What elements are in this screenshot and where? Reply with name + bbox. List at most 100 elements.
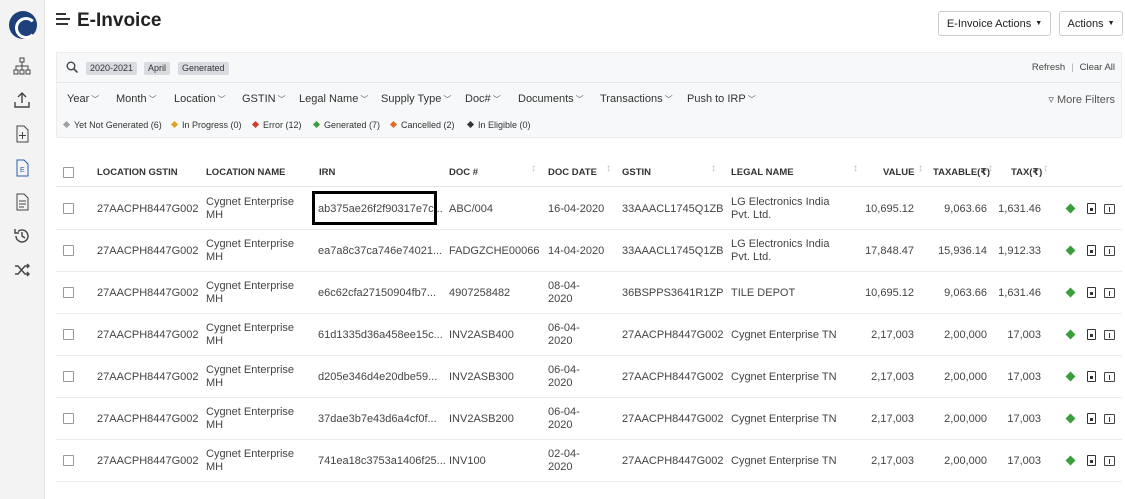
menu-toggle-icon[interactable] <box>56 13 70 27</box>
org-hierarchy-icon[interactable] <box>12 56 32 76</box>
row-checkbox[interactable] <box>63 287 74 298</box>
details-icon[interactable] <box>1104 330 1115 340</box>
sort-icon[interactable]: ↕ <box>1043 164 1048 174</box>
filter-year[interactable]: Year ﹀ <box>67 93 99 105</box>
legend-generated[interactable]: Generated (7) <box>312 120 380 130</box>
search-icon[interactable] <box>66 61 78 73</box>
row-checkbox[interactable] <box>63 455 74 466</box>
column-taxable[interactable]: TAXABLE(₹) <box>933 167 990 178</box>
cell-irn[interactable]: ea7a8c37ca746e74021... <box>318 245 442 257</box>
filter-documents[interactable]: Documents ﹀ <box>518 93 584 105</box>
download-pdf-icon[interactable] <box>1087 287 1096 298</box>
column-location-gstin[interactable]: LOCATION GSTIN <box>97 167 178 178</box>
row-checkbox[interactable] <box>63 245 74 256</box>
table-row[interactable]: 27AACPH8447G002 Cygnet Enterprise MH 61d… <box>56 314 1122 356</box>
cell-irn[interactable]: d205e346d4e20dbe59... <box>318 371 437 383</box>
cell-doc-number[interactable]: INV2ASB400 <box>449 329 514 341</box>
upload-icon[interactable] <box>12 90 32 110</box>
details-icon[interactable] <box>1104 204 1115 214</box>
column-value[interactable]: VALUE <box>883 167 915 178</box>
filter-legal-name[interactable]: Legal Name ﹀ <box>299 93 368 105</box>
cell-irn[interactable]: 37dae3b7e43d6a4cf0f... <box>318 413 437 425</box>
legend-cancelled[interactable]: Cancelled (2) <box>389 120 455 130</box>
download-pdf-icon[interactable] <box>1087 245 1096 256</box>
table-row[interactable]: 27AACPH8447G002 Cygnet Enterprise MH ab3… <box>56 188 1122 230</box>
filter-doc-number[interactable]: Doc# ﹀ <box>465 93 501 105</box>
select-all-checkbox[interactable] <box>63 167 74 178</box>
download-pdf-icon[interactable] <box>1087 329 1096 340</box>
sort-icon[interactable]: ↕ <box>711 164 716 174</box>
chevron-down-icon: ﹀ <box>575 95 584 104</box>
download-pdf-icon[interactable] <box>1087 371 1096 382</box>
details-icon[interactable] <box>1104 372 1115 382</box>
filter-push-to-irp[interactable]: Push to IRP ﹀ <box>687 93 756 105</box>
table-row[interactable]: 27AACPH8447G002 Cygnet Enterprise MH e6c… <box>56 272 1122 314</box>
cell-doc-date: 06-04-2020 <box>548 364 580 389</box>
row-checkbox[interactable] <box>63 203 74 214</box>
sort-icon[interactable]: ↕ <box>606 164 611 174</box>
document-icon[interactable] <box>12 192 32 212</box>
table-row[interactable]: 27AACPH8447G002 Cygnet Enterprise MH ea7… <box>56 230 1122 272</box>
row-checkbox[interactable] <box>63 413 74 424</box>
shuffle-icon[interactable] <box>12 260 32 280</box>
cell-doc-number[interactable]: INV100 <box>449 455 486 467</box>
app-logo[interactable] <box>9 11 37 39</box>
filter-transactions[interactable]: Transactions ﹀ <box>600 93 673 105</box>
details-icon[interactable] <box>1104 456 1115 466</box>
column-doc-number[interactable]: DOC # <box>449 167 478 178</box>
download-pdf-icon[interactable] <box>1087 413 1096 424</box>
filter-month[interactable]: Month ﹀ <box>116 93 157 105</box>
sort-icon[interactable]: ↕ <box>918 164 923 174</box>
filter-location[interactable]: Location ﹀ <box>174 93 226 105</box>
cell-irn[interactable]: 61d1335d36a458ee15c... <box>318 329 443 341</box>
legend-yet-not-generated[interactable]: Yet Not Generated (6) <box>62 120 162 130</box>
cell-doc-number[interactable]: INV2ASB200 <box>449 413 514 425</box>
cell-doc-number[interactable]: ABC/004 <box>449 203 493 215</box>
row-checkbox[interactable] <box>63 371 74 382</box>
details-icon[interactable] <box>1104 414 1115 424</box>
legend-error[interactable]: Error (12) <box>251 120 302 130</box>
einvoice-actions-button[interactable]: E-Invoice Actions ▼ <box>938 11 1051 36</box>
cell-location-gstin: 27AACPH8447G002 <box>97 203 199 215</box>
sort-icon[interactable]: ↕ <box>988 164 993 174</box>
search-bar[interactable]: 2020-2021 April Generated Refresh | Clea… <box>57 53 1121 83</box>
column-location-name[interactable]: LOCATION NAME <box>206 167 286 178</box>
add-document-icon[interactable] <box>12 124 32 144</box>
legend-in-eligible[interactable]: In Eligible (0) <box>466 120 531 130</box>
table-row[interactable]: 27AACPH8447G002 Cygnet Enterprise MH 37d… <box>56 398 1122 440</box>
details-icon[interactable] <box>1104 288 1115 298</box>
e-invoice-icon[interactable]: E <box>12 158 32 178</box>
column-irn[interactable]: IRN <box>319 167 335 178</box>
column-gstin[interactable]: GSTIN <box>622 167 651 178</box>
more-filters-button[interactable]: ▿ More Filters <box>1048 93 1115 106</box>
download-pdf-icon[interactable] <box>1087 203 1096 214</box>
sort-icon[interactable]: ↕ <box>531 164 536 174</box>
refresh-link[interactable]: Refresh <box>1032 62 1065 73</box>
legend-in-progress[interactable]: In Progress (0) <box>170 120 242 130</box>
history-icon[interactable] <box>12 226 32 246</box>
filter-chip-year[interactable]: 2020-2021 <box>86 62 138 75</box>
cell-taxable: 2,00,000 <box>944 413 987 425</box>
sort-icon[interactable]: ↕ <box>853 164 858 174</box>
clear-all-link[interactable]: Clear All <box>1080 62 1115 73</box>
table-row[interactable]: 27AACPH8447G002 Cygnet Enterprise MH 741… <box>56 440 1122 482</box>
cell-legal-name: Cygnet Enterprise TN <box>731 413 837 425</box>
cell-doc-number[interactable]: 4907258482 <box>449 287 510 299</box>
generated-status-icon <box>1065 329 1076 340</box>
table-row[interactable]: 27AACPH8447G002 Cygnet Enterprise MH d20… <box>56 356 1122 398</box>
filter-supply-type[interactable]: Supply Type ﹀ <box>381 93 451 105</box>
column-doc-date[interactable]: DOC DATE <box>548 167 597 178</box>
filter-chip-status[interactable]: Generated <box>178 62 229 75</box>
filter-chip-month[interactable]: April <box>144 62 171 75</box>
column-tax[interactable]: TAX(₹) <box>1011 167 1042 178</box>
cell-irn[interactable]: 741ea18c3753a1406f25... <box>318 455 446 467</box>
details-icon[interactable] <box>1104 246 1115 256</box>
download-pdf-icon[interactable] <box>1087 455 1096 466</box>
cell-irn[interactable]: e6c62cfa27150904fb7... <box>318 287 436 299</box>
filter-gstin[interactable]: GSTIN ﹀ <box>242 93 286 105</box>
cell-doc-number[interactable]: INV2ASB300 <box>449 371 514 383</box>
column-legal-name[interactable]: LEGAL NAME <box>731 167 794 178</box>
cell-doc-number[interactable]: FADGZCHE00066 <box>449 245 539 257</box>
row-checkbox[interactable] <box>63 329 74 340</box>
actions-button[interactable]: Actions ▼ <box>1059 11 1123 36</box>
